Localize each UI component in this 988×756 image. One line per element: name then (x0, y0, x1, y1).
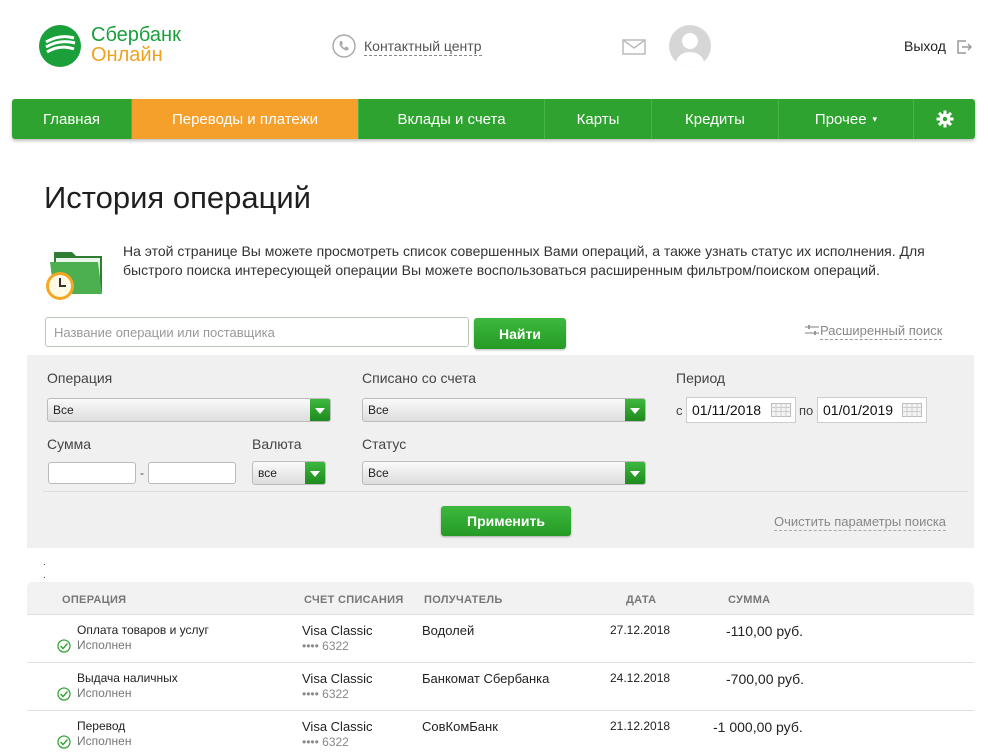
check-icon (57, 735, 71, 749)
operation-label: Операция (47, 370, 113, 386)
table-row-recipient: Банкомат Сбербанка (422, 671, 550, 686)
mail-icon[interactable] (622, 39, 646, 55)
account-select[interactable]: Все (362, 398, 646, 422)
page-title: История операций (44, 180, 311, 215)
table-row-operation[interactable]: Перевод (77, 719, 125, 733)
find-button[interactable]: Найти (474, 318, 566, 349)
table-row-account: Visa Classic (302, 623, 373, 638)
col-recipient[interactable]: ПОЛУЧАТЕЛЬ (424, 594, 503, 606)
nav-item-credits[interactable]: Кредиты (652, 99, 779, 139)
contact-center-link[interactable]: Контактный центр (364, 37, 482, 56)
sberbank-logo-icon[interactable] (38, 24, 82, 68)
nav-item-home[interactable]: Главная (12, 99, 132, 139)
apply-button[interactable]: Применить (441, 506, 571, 536)
table-row-amount: -110,00 руб. (726, 623, 804, 639)
currency-label: Валюта (252, 436, 302, 452)
col-date[interactable]: ДАТА (626, 594, 656, 606)
row-divider (27, 710, 974, 711)
period-from-prefix: с (676, 403, 683, 418)
account-label: Списано со счета (362, 370, 477, 386)
dropdown-arrow-icon (625, 462, 645, 484)
clear-filters-link[interactable]: Очистить параметры поиска (774, 514, 947, 531)
check-icon (57, 687, 71, 701)
amount-label: Сумма (47, 436, 91, 452)
dropdown-arrow-icon (305, 462, 325, 484)
status-select[interactable]: Все (362, 461, 646, 485)
table-row-date: 24.12.2018 (610, 671, 671, 685)
table-row-amount: -1 000,00 руб. (713, 719, 803, 735)
nav-item-transfers[interactable]: Переводы и платежи (132, 99, 359, 139)
col-amount[interactable]: СУММА (728, 594, 770, 606)
main-nav: Главная Переводы и платежи Вклады и счет… (12, 99, 975, 139)
folder-clock-icon (44, 244, 106, 302)
amount-to-field[interactable] (148, 462, 236, 484)
table-row-status: Исполнен (77, 686, 132, 700)
intro-text: На этой странице Вы можете просмотреть с… (123, 243, 925, 278)
col-account[interactable]: СЧЕТ СПИСАНИЯ (304, 594, 404, 606)
status-label: Статус (362, 436, 407, 452)
table-row-operation[interactable]: Оплата товаров и услуг (77, 623, 209, 637)
filter-sliders-icon[interactable] (805, 323, 819, 335)
calendar-icon[interactable] (771, 403, 791, 417)
dropdown-arrow-icon (310, 399, 330, 421)
table-row-operation[interactable]: Выдача наличных (77, 671, 178, 685)
separator-dot: . (43, 570, 46, 581)
table-row-status: Исполнен (77, 734, 132, 748)
period-from-field[interactable]: 01/11/2018 (686, 397, 796, 423)
operation-select[interactable]: Все (47, 398, 331, 422)
period-to-field[interactable]: 01/01/2019 (817, 397, 927, 423)
logout-link[interactable]: Выход (904, 38, 946, 54)
brand-name: Сбербанк (91, 24, 181, 46)
chevron-down-icon: ▾ (872, 113, 878, 124)
table-row-account: Visa Classic (302, 671, 373, 686)
nav-item-cards[interactable]: Карты (545, 99, 652, 139)
divider (43, 491, 968, 492)
gear-icon (936, 110, 953, 128)
table-row-date: 21.12.2018 (610, 719, 671, 733)
advanced-search-link[interactable]: Расширенный поиск (820, 323, 943, 340)
logout-icon[interactable] (956, 39, 973, 55)
check-icon (57, 639, 71, 653)
nav-item-deposits[interactable]: Вклады и счета (359, 99, 545, 139)
table-row-status: Исполнен (77, 638, 132, 652)
amount-from-field[interactable] (48, 462, 136, 484)
brand-subname: Онлайн (91, 44, 163, 66)
table-row-account-num: •••• 6322 (302, 639, 349, 653)
table-row-account-num: •••• 6322 (302, 735, 349, 749)
table-row-account: Visa Classic (302, 719, 373, 734)
col-operation[interactable]: ОПЕРАЦИЯ (62, 594, 126, 606)
table-row-recipient: СовКомБанк (422, 719, 498, 734)
nav-item-other[interactable]: Прочее ▾ (779, 99, 914, 139)
phone-icon (332, 34, 356, 58)
row-divider (27, 614, 974, 615)
currency-select[interactable]: все (252, 461, 326, 485)
amount-dash: - (140, 466, 144, 480)
table-row-amount: -700,00 руб. (726, 671, 805, 687)
search-input[interactable] (45, 317, 469, 347)
table-row-date: 27.12.2018 (610, 623, 671, 637)
row-divider (27, 662, 974, 663)
separator-dot: . (43, 557, 46, 568)
calendar-icon[interactable] (902, 403, 922, 417)
period-label: Период (676, 370, 726, 386)
table-row-recipient: Водолей (422, 623, 475, 638)
dropdown-arrow-icon (625, 399, 645, 421)
nav-settings[interactable] (914, 99, 975, 139)
period-to-prefix: по (799, 403, 814, 418)
avatar[interactable] (669, 25, 711, 67)
table-row-account-num: •••• 6322 (302, 687, 349, 701)
